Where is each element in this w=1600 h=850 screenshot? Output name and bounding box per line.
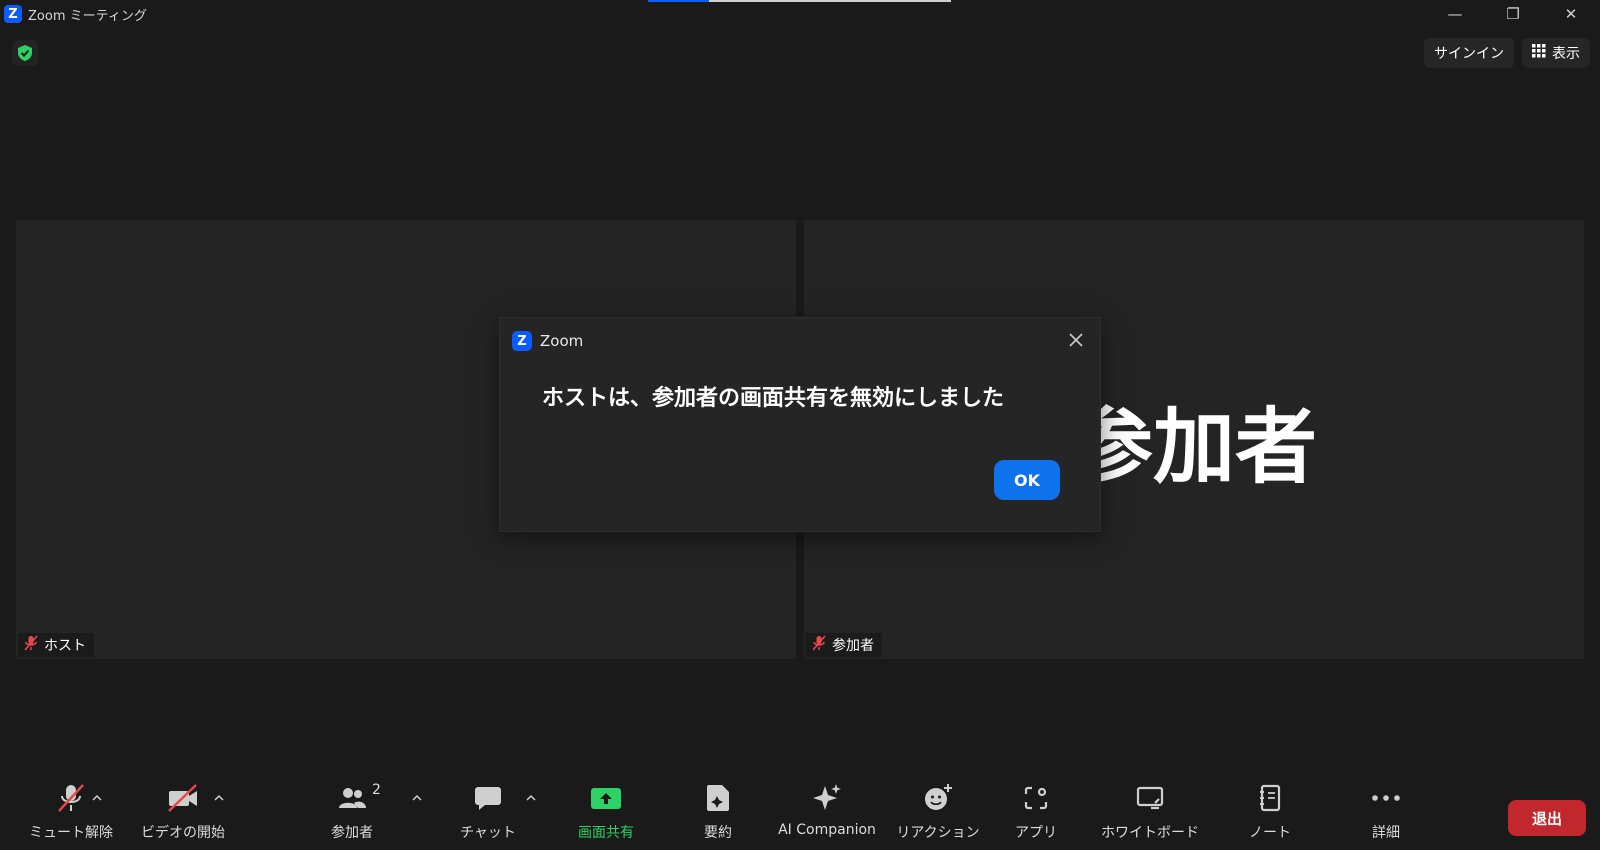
restore-button[interactable]: ❐ xyxy=(1484,0,1542,28)
more-dots-icon xyxy=(1371,778,1401,818)
ai-companion-label: AI Companion xyxy=(778,822,876,838)
ai-companion-button[interactable]: AI Companion xyxy=(770,778,884,850)
participant-name: 参加者 xyxy=(832,638,874,654)
participants-label: 参加者 xyxy=(331,825,373,841)
notes-label: ノート xyxy=(1249,825,1291,841)
whiteboard-icon xyxy=(1135,778,1165,818)
window-controls: — ❐ ✕ xyxy=(1426,0,1600,28)
grid-icon xyxy=(1532,44,1546,62)
unmute-button[interactable]: ミュート解除 xyxy=(16,778,126,850)
dialog-close-button[interactable] xyxy=(1064,328,1088,352)
meeting-toolbar: ミュート解除 ビデオの開始 参加者 2 チャット 画面共有 要約 AI Comp… xyxy=(0,778,1600,850)
dialog-message: ホストは、参加者の画面共有を無効にしました xyxy=(542,386,1005,411)
chat-label: チャット xyxy=(460,825,516,841)
more-label: 詳細 xyxy=(1372,825,1400,841)
chat-button[interactable]: チャット xyxy=(448,778,528,850)
share-screen-button[interactable]: 画面共有 xyxy=(566,778,646,850)
emoji-add-icon xyxy=(923,778,953,818)
security-shield-icon[interactable] xyxy=(12,40,38,66)
start-video-button[interactable]: ビデオの開始 xyxy=(128,778,238,850)
close-icon xyxy=(1069,333,1083,347)
video-options-chevron-up-icon[interactable] xyxy=(212,790,226,804)
screen-share-disabled-dialog: Z Zoom ホストは、参加者の画面共有を無効にしました OK xyxy=(499,317,1101,532)
video-off-icon xyxy=(166,778,200,818)
view-button[interactable]: 表示 xyxy=(1522,38,1590,68)
whiteboard-button[interactable]: ホワイトボード xyxy=(1098,778,1202,850)
window-title: Zoom ミーティング xyxy=(28,8,147,24)
audio-options-chevron-up-icon[interactable] xyxy=(90,790,104,804)
apps-icon xyxy=(1022,778,1050,818)
summary-label: 要約 xyxy=(704,825,732,841)
more-button[interactable]: 詳細 xyxy=(1346,778,1426,850)
sparkle-icon xyxy=(811,778,843,818)
reactions-button[interactable]: リアクション xyxy=(896,778,980,850)
mic-muted-icon xyxy=(22,634,40,656)
minimize-button[interactable]: — xyxy=(1426,0,1484,28)
sign-in-label: サインイン xyxy=(1434,46,1504,62)
notes-icon xyxy=(1257,778,1283,818)
chat-options-chevron-up-icon[interactable] xyxy=(524,790,538,804)
zoom-logo-icon: Z xyxy=(4,5,22,23)
top-actions: サインイン 表示 xyxy=(1424,38,1590,68)
share-screen-label: 画面共有 xyxy=(578,825,634,841)
participant-count: 2 xyxy=(372,782,381,798)
participant-name: ホスト xyxy=(44,638,86,654)
summary-document-icon xyxy=(705,778,731,818)
summary-button[interactable]: 要約 xyxy=(678,778,758,850)
name-tag: 参加者 xyxy=(806,633,882,657)
apps-label: アプリ xyxy=(1015,825,1057,841)
apps-button[interactable]: アプリ xyxy=(996,778,1076,850)
share-screen-icon xyxy=(590,778,622,818)
mic-muted-icon xyxy=(56,778,86,818)
participants-icon xyxy=(336,778,368,818)
name-tag: ホスト xyxy=(18,633,94,657)
title-bar: Z Zoom ミーティング — ❐ ✕ xyxy=(0,0,1600,28)
ok-button[interactable]: OK xyxy=(994,460,1060,500)
top-progress-strip xyxy=(648,0,951,2)
sign-in-button[interactable]: サインイン xyxy=(1424,38,1514,68)
participants-options-chevron-up-icon[interactable] xyxy=(410,790,424,804)
zoom-logo-icon: Z xyxy=(512,331,532,351)
notes-button[interactable]: ノート xyxy=(1230,778,1310,850)
view-label: 表示 xyxy=(1552,46,1580,62)
start-video-label: ビデオの開始 xyxy=(141,825,225,841)
unmute-label: ミュート解除 xyxy=(29,825,113,841)
mic-muted-icon xyxy=(810,634,828,656)
reactions-label: リアクション xyxy=(896,825,980,841)
top-progress-fill xyxy=(648,0,709,2)
window-close-button[interactable]: ✕ xyxy=(1542,0,1600,28)
chat-bubble-icon xyxy=(473,778,503,818)
whiteboard-label: ホワイトボード xyxy=(1101,825,1199,841)
leave-button[interactable]: 退出 xyxy=(1508,800,1586,836)
dialog-title: Zoom xyxy=(540,332,584,350)
